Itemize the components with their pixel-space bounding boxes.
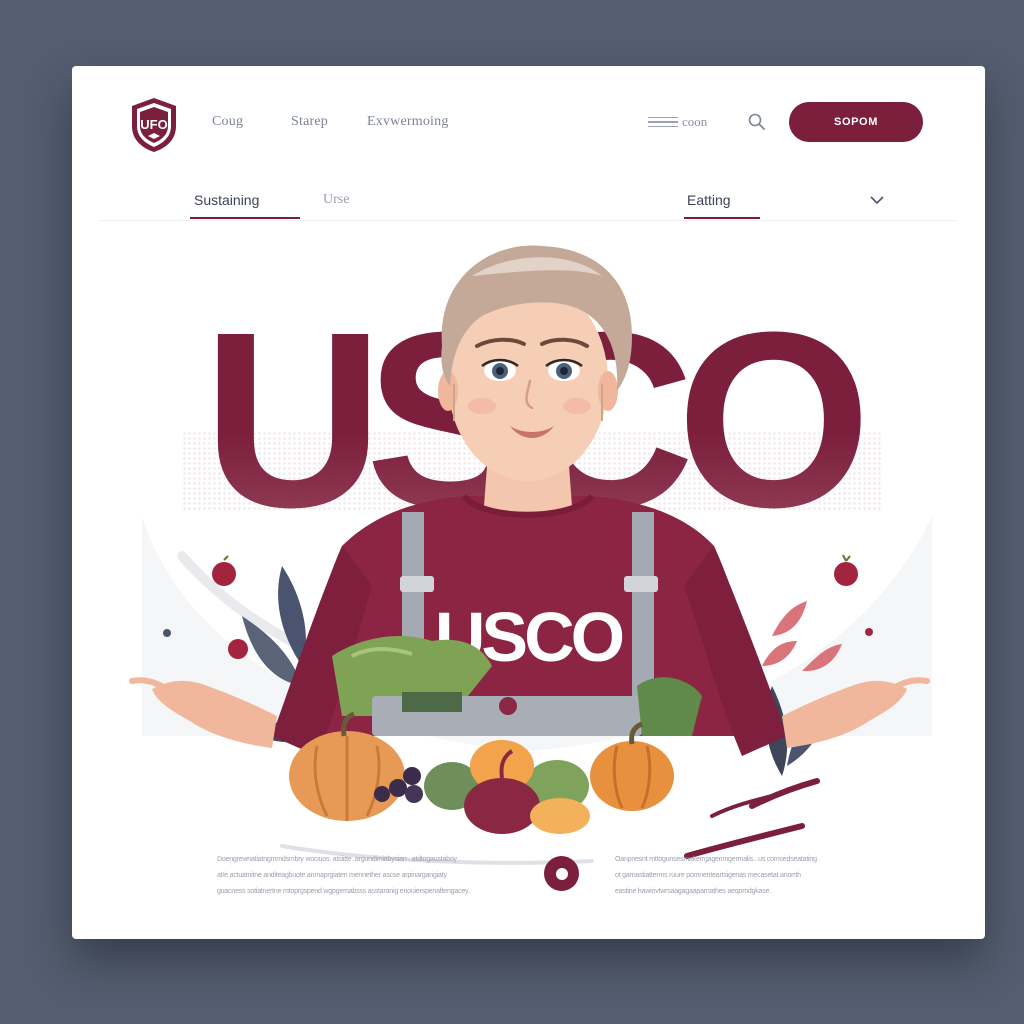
menu-label: coon	[682, 114, 708, 129]
page-card: UFO Coug Starep Exvwermoing coon SOPOM S…	[72, 66, 985, 939]
nav-link-starep[interactable]: Starep	[291, 114, 328, 130]
footer-left-line: at/e actuatnitne anditeagbuote anmaprgia…	[217, 872, 447, 879]
tab-urse[interactable]: Urse	[323, 192, 349, 208]
logo-text: UFO	[140, 117, 167, 132]
footer-left-line: guacness sotiatnertne mtoprgspend wgpgem…	[217, 888, 470, 895]
top-nav: UFO Coug Starep Exvwermoing coon SOPOM	[72, 66, 985, 176]
menu-toggle[interactable]: coon	[648, 112, 707, 132]
logo-icon[interactable]: UFO	[128, 96, 180, 154]
hero-illustration: USCO	[129, 245, 932, 865]
footer-right-line: eastine hawiovtwrsaagagaaparnathes aeqom…	[615, 888, 771, 895]
footer-circle-button[interactable]	[544, 856, 579, 891]
footer-text-left: Doengrewnatiatngmmdsmbry wociuos. atsiit…	[217, 852, 517, 900]
dot-icon	[555, 867, 568, 880]
cta-button[interactable]: SOPOM	[789, 102, 923, 142]
chevron-down-icon[interactable]	[869, 194, 885, 206]
tab-eatting[interactable]: Eatting	[687, 192, 731, 208]
footer-right-line: ot garnastiatterms ruure pomnenteartsige…	[615, 872, 801, 879]
tab-sustaining[interactable]: Sustaining	[194, 192, 259, 208]
footer-text-right: Oanpnesnt mttogunsesmakerrgagemngermalis…	[615, 852, 915, 900]
footer-right-line: Oanpnesnt mttogunsesmakerrgagemngermalis…	[615, 856, 817, 863]
menu-icon	[648, 116, 678, 128]
footer-left-line: Doengrewnatiatngmmdsmbry wociuos. atsiit…	[217, 856, 457, 863]
nav-link-coug[interactable]: Coug	[212, 114, 243, 130]
nav-link-exvwermoing[interactable]: Exvwermoing	[367, 114, 449, 130]
search-icon[interactable]	[747, 112, 767, 132]
sub-nav: Sustaining Urse Eatting	[98, 178, 958, 221]
footer: Doengrewnatiatngmmdsmbry wociuos. atsiit…	[72, 836, 985, 936]
